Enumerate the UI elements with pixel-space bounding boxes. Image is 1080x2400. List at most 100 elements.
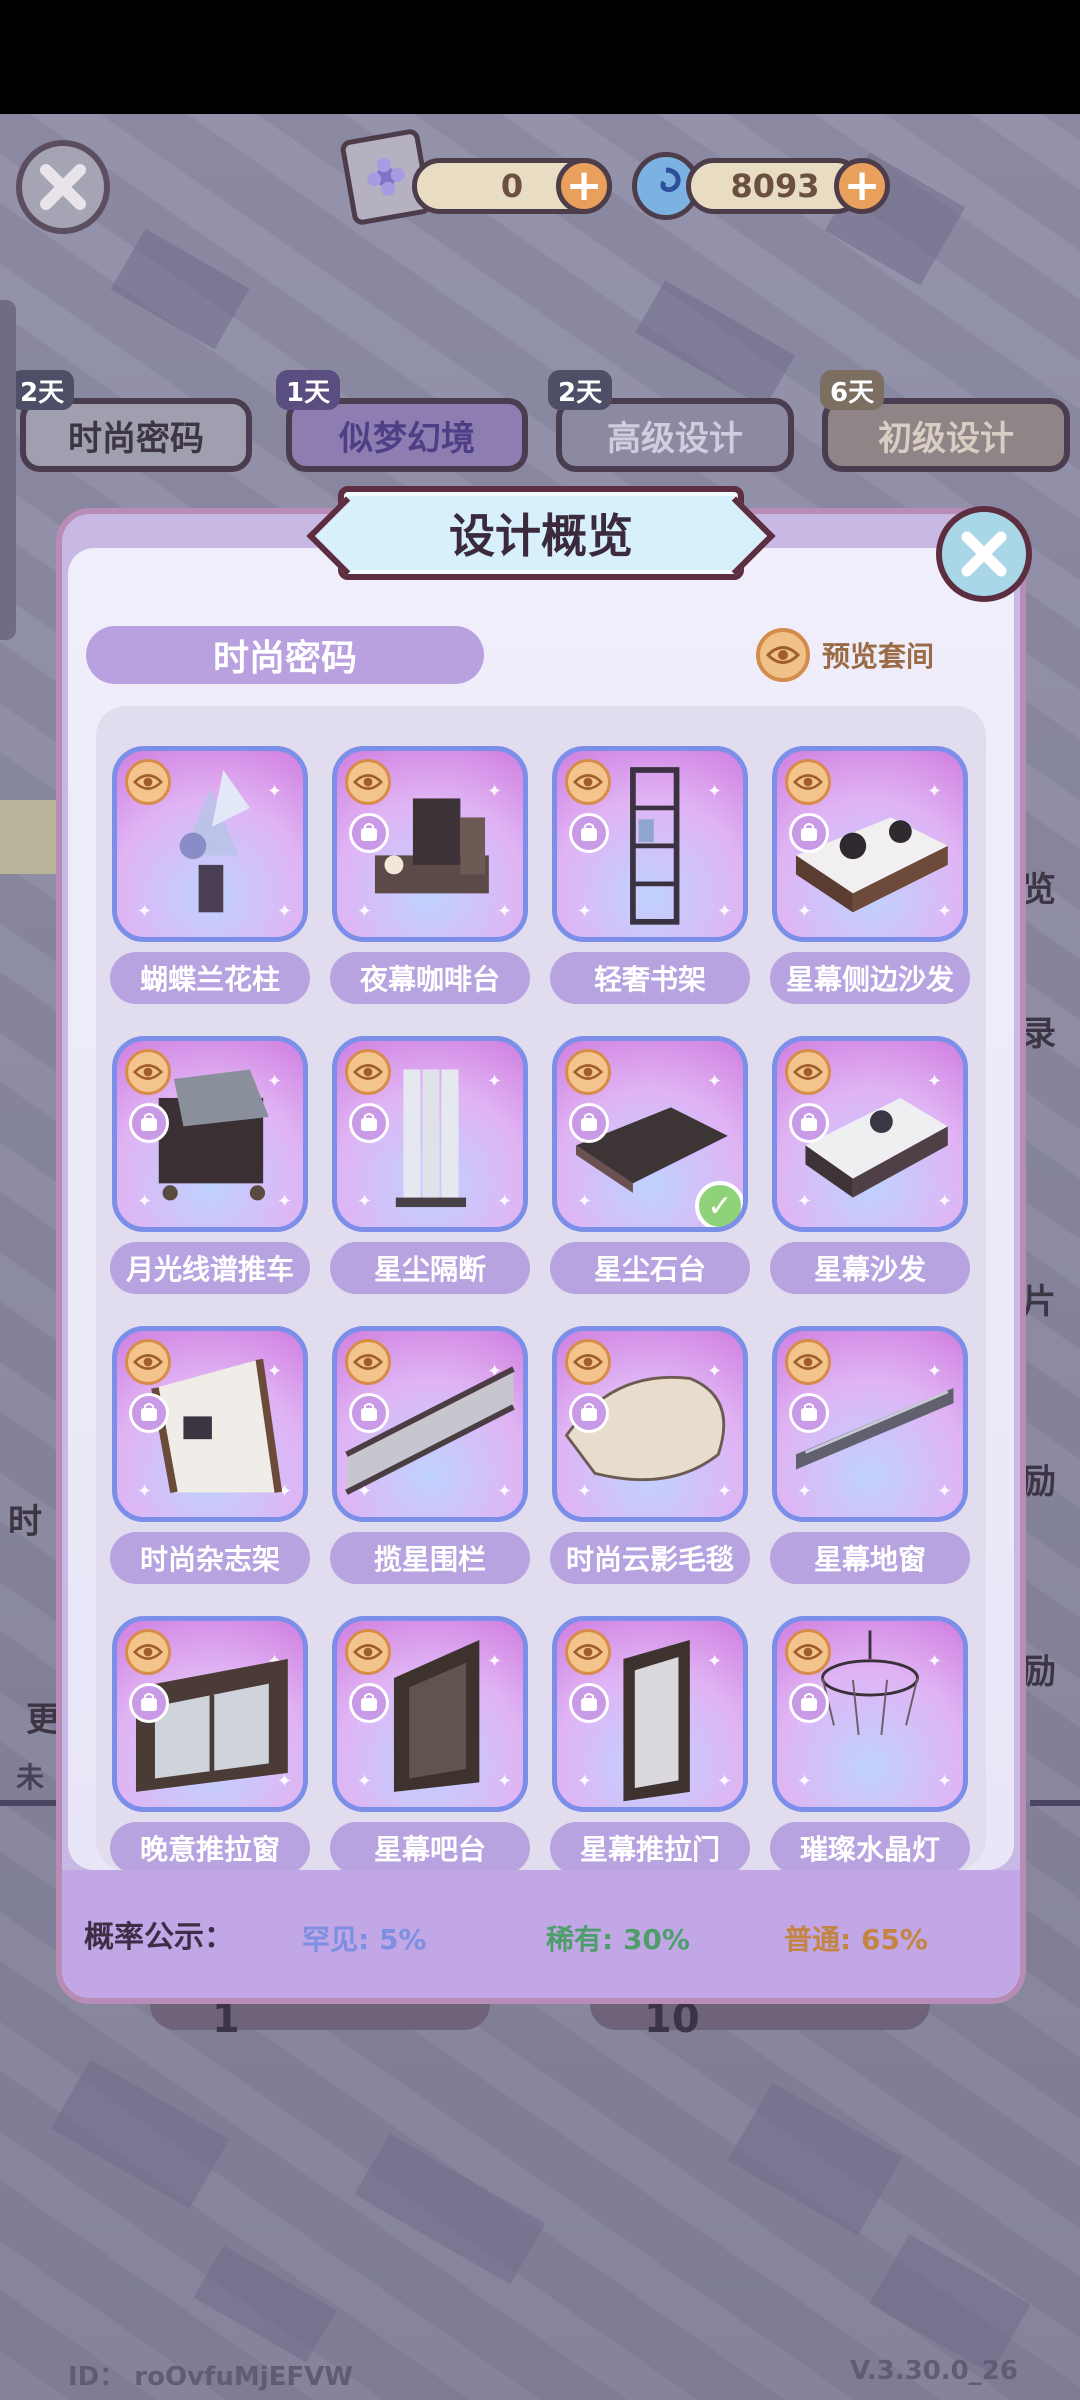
item-card[interactable]: ✦✦✦✓ 星尘石台: [550, 1036, 750, 1294]
item-thumbnail[interactable]: ✦✦✦: [332, 1326, 528, 1522]
add-ticket-button[interactable]: +: [556, 158, 612, 214]
set-name-pill: 时尚密码: [86, 626, 484, 684]
eye-icon[interactable]: [565, 1629, 611, 1675]
item-card[interactable]: ✦ ✦ ✦ 蝴蝶兰花柱: [110, 746, 310, 1004]
item-thumbnail[interactable]: ✦✦✦: [112, 1326, 308, 1522]
item-card[interactable]: ✦ ✦ ✦ 时尚云影毛毯: [550, 1326, 750, 1584]
shop-bag-icon: [569, 1393, 609, 1433]
item-card[interactable]: ✦ ✦ ✦ 璀璨水晶灯: [770, 1616, 970, 1870]
eye-icon[interactable]: [565, 1049, 611, 1095]
item-card[interactable]: ✦ ✦ ✦ 星幕沙发: [770, 1036, 970, 1294]
shop-bag-icon: [789, 1103, 829, 1143]
item-thumbnail[interactable]: ✦✦✦: [772, 746, 968, 942]
item-thumbnail[interactable]: ✦✦✦: [772, 1616, 968, 1812]
shop-bag-icon: [569, 1103, 609, 1143]
shop-bag-icon: [349, 1103, 389, 1143]
eye-icon[interactable]: [125, 759, 171, 805]
item-thumbnail[interactable]: ✦✦✦: [772, 1036, 968, 1232]
item-card[interactable]: ✦ ✦ ✦ 夜幕咖啡台: [330, 746, 530, 1004]
shop-bag-icon: [789, 813, 829, 853]
item-card[interactable]: ✦ ✦ ✦ 月光线谱推车: [110, 1036, 310, 1294]
item-name: 星尘隔断: [330, 1242, 530, 1294]
modal-close-button[interactable]: [936, 506, 1032, 602]
shop-bag-icon: [129, 1683, 169, 1723]
item-name: 星幕沙发: [770, 1242, 970, 1294]
item-card[interactable]: ✦ ✦ ✦ 星幕推拉门: [550, 1616, 750, 1870]
close-icon: [961, 531, 1007, 577]
left-side-panel: [0, 300, 16, 640]
tab-days-badge: 2天: [10, 370, 75, 410]
item-thumbnail[interactable]: ✦✦✦: [552, 1616, 748, 1812]
left-side-banner: [0, 800, 56, 874]
eye-icon: [756, 628, 810, 682]
item-card[interactable]: ✦ ✦ ✦ 揽星围栏: [330, 1326, 530, 1584]
back-close-button[interactable]: [16, 140, 110, 234]
preview-suite-button[interactable]: 预览套间: [756, 626, 934, 684]
modal-title-plate: 设计概览: [338, 486, 744, 580]
item-card[interactable]: ✦ ✦ ✦ 星幕吧台: [330, 1616, 530, 1870]
eye-icon[interactable]: [785, 759, 831, 805]
item-name: 夜幕咖啡台: [330, 952, 530, 1004]
eye-icon[interactable]: [125, 1049, 171, 1095]
item-card[interactable]: ✦✦✦ 晚意推拉窗: [110, 1616, 310, 1870]
eye-icon[interactable]: [345, 759, 391, 805]
eye-icon[interactable]: [785, 1629, 831, 1675]
item-thumbnail[interactable]: ✦✦✦: [552, 1326, 748, 1522]
shop-bag-icon: [349, 813, 389, 853]
divider: [0, 1800, 56, 1806]
item-name: 时尚杂志架: [110, 1532, 310, 1584]
ticket-count: 0: [500, 167, 524, 205]
item-name: 月光线谱推车: [110, 1242, 310, 1294]
close-icon: [40, 164, 86, 210]
item-name: 星尘石台: [550, 1242, 750, 1294]
probability-uncommon: 稀有: 30%: [546, 1923, 690, 1956]
tab-days-badge: 6天: [820, 370, 885, 410]
shop-bag-icon: [569, 1683, 609, 1723]
item-thumbnail[interactable]: ✦✦✦: [112, 746, 308, 942]
probability-rare: 罕见: 5%: [302, 1923, 427, 1956]
eye-icon[interactable]: [345, 1629, 391, 1675]
item-thumbnail[interactable]: ✦✦✦: [332, 1036, 528, 1232]
eye-icon[interactable]: [565, 1339, 611, 1385]
side-label: 片: [1022, 1282, 1056, 1322]
eye-icon[interactable]: [565, 759, 611, 805]
eye-icon[interactable]: [785, 1339, 831, 1385]
item-thumbnail[interactable]: ✦✦✦: [112, 1036, 308, 1232]
eye-icon[interactable]: [125, 1629, 171, 1675]
item-thumbnail[interactable]: ✦✦✦✓: [552, 1036, 748, 1232]
divider: [1030, 1800, 1080, 1806]
item-card[interactable]: ✦ ✦ ✦ 时尚杂志架: [110, 1326, 310, 1584]
eye-icon[interactable]: [345, 1339, 391, 1385]
item-thumbnail[interactable]: ✦✦✦: [332, 1616, 528, 1812]
item-card[interactable]: ✦ ✦ ✦ 星尘隔断: [330, 1036, 530, 1294]
item-thumbnail[interactable]: ✦✦✦: [772, 1326, 968, 1522]
item-card[interactable]: ✦ ✦ ✦ 星幕地窗: [770, 1326, 970, 1584]
item-thumbnail[interactable]: ✦✦✦: [112, 1616, 308, 1812]
add-gem-button[interactable]: +: [834, 158, 890, 214]
item-name: 轻奢书架: [550, 952, 750, 1004]
side-label: 录: [1022, 1014, 1056, 1054]
item-name: 揽星围栏: [330, 1532, 530, 1584]
shop-bag-icon: [129, 1393, 169, 1433]
eye-icon[interactable]: [345, 1049, 391, 1095]
preview-suite-label: 预览套间: [822, 640, 935, 673]
item-name: 星幕侧边沙发: [770, 952, 970, 1004]
set-name: 时尚密码: [212, 638, 357, 679]
item-name: 蝴蝶兰花柱: [110, 952, 310, 1004]
eye-icon[interactable]: [125, 1339, 171, 1385]
tab-label: 似梦幻境: [339, 418, 475, 459]
item-card[interactable]: ✦ ✦ ✦ 星幕侧边沙发: [770, 746, 970, 1004]
eye-icon[interactable]: [785, 1049, 831, 1095]
item-card[interactable]: ✦ ✦ ✦ 轻奢书架: [550, 746, 750, 1004]
tab-days-badge: 1天: [276, 370, 341, 410]
item-thumbnail[interactable]: ✦✦✦: [552, 746, 748, 942]
item-name: 星幕地窗: [770, 1532, 970, 1584]
tab-label: 时尚密码: [68, 418, 204, 459]
item-thumbnail[interactable]: ✦✦✦: [332, 746, 528, 942]
item-name: 晚意推拉窗: [110, 1822, 310, 1870]
shop-bag-icon: [789, 1393, 829, 1433]
shop-bag-icon: [789, 1683, 829, 1723]
shop-bag-icon: [349, 1683, 389, 1723]
tab-label: 初级设计: [878, 418, 1014, 459]
item-name: 时尚云影毛毯: [550, 1532, 750, 1584]
